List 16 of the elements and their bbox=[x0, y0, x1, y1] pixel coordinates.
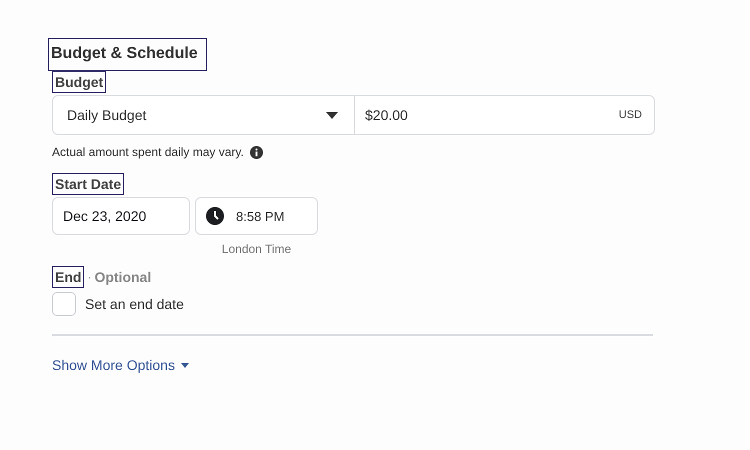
info-icon[interactable] bbox=[250, 146, 263, 158]
show-more-link[interactable]: Show More Options bbox=[52, 357, 175, 373]
checkbox[interactable] bbox=[52, 292, 76, 316]
time-field[interactable]: 8:58 PM bbox=[195, 197, 318, 235]
checkbox-label: Set an end date bbox=[85, 296, 184, 312]
hint-text: Actual amount spent daily may vary. bbox=[52, 145, 244, 159]
budget-label: Budget bbox=[52, 71, 106, 93]
timezone-label: London Time bbox=[222, 242, 292, 256]
separator-dot: · bbox=[87, 270, 92, 284]
section-title: Budget & Schedule bbox=[48, 38, 207, 71]
date-field[interactable]: Dec 23, 2020 bbox=[52, 197, 190, 235]
clock-icon bbox=[206, 207, 224, 225]
caret-icon bbox=[180, 362, 189, 368]
end-label: End bbox=[52, 266, 84, 288]
start-date-label: Start Date bbox=[52, 173, 124, 195]
optional-label: Optional bbox=[94, 269, 152, 285]
